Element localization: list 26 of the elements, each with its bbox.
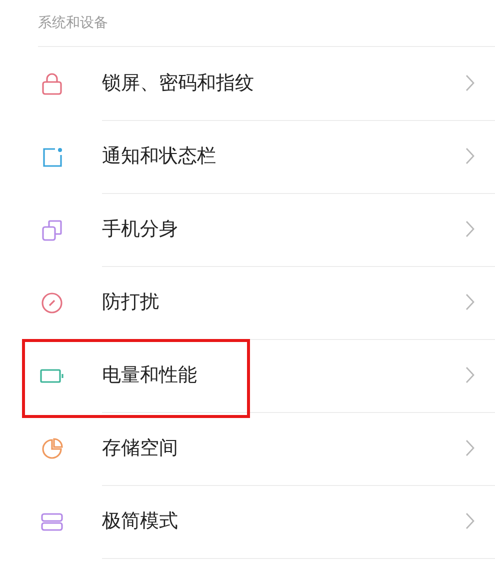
copy-icon [40,218,64,242]
chevron-icon [465,439,475,457]
settings-item[interactable]: 电量和性能 [0,339,495,412]
chevron-icon [465,147,475,165]
section-title: 系统和设备 [38,14,108,32]
chevron-icon [465,74,475,92]
settings-item[interactable]: 极简模式 [0,485,495,558]
item-label: 锁屏、密码和指纹 [102,71,255,96]
chevron-icon [465,366,475,384]
do-not-disturb-icon [40,290,64,314]
settings-item[interactable]: 锁屏、密码和指纹 [0,47,495,120]
item-label: 电量和性能 [102,363,198,388]
chevron-icon [465,293,475,311]
lock-icon [40,72,64,96]
item-label: 通知和状态栏 [102,144,217,169]
item-label: 极简模式 [102,509,179,534]
pie-chart-icon [40,436,64,460]
settings-item[interactable]: 手机分身 [0,193,495,266]
chevron-icon [465,220,475,238]
settings-item[interactable]: 通知和状态栏 [0,120,495,193]
item-label: 手机分身 [102,217,179,242]
settings-item[interactable]: 防打扰 [0,266,495,339]
item-label: 存储空间 [102,436,179,461]
item-label: 防打扰 [102,290,160,315]
chevron-icon [465,512,475,530]
settings-item[interactable]: 存储空间 [0,412,495,485]
